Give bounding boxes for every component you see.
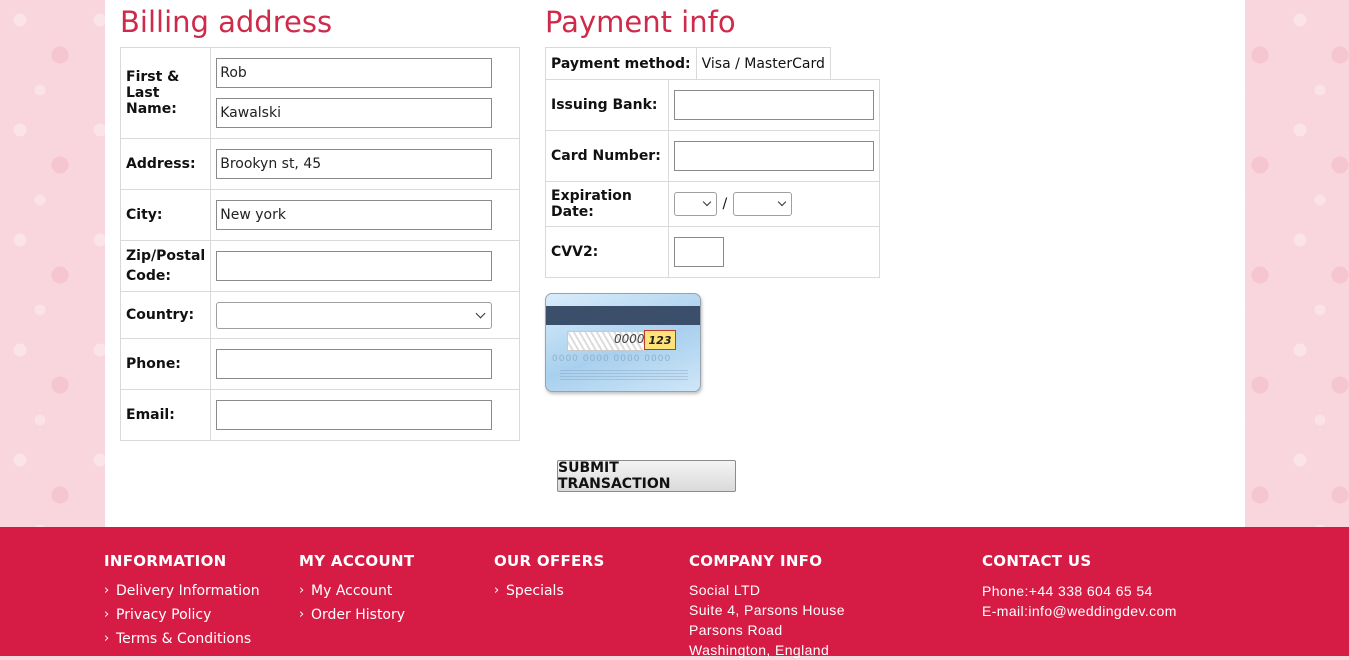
company-address-line-3: Washington, England (689, 642, 830, 658)
phone-input[interactable] (216, 349, 493, 379)
card-digit-groups: 0000 0000 0000 0000 (552, 354, 672, 364)
chevron-right-icon: › (104, 607, 110, 622)
phone-label: Phone: (119, 338, 212, 390)
card-magnetic-stripe (546, 306, 700, 325)
cvv-label: CVV2: (545, 226, 669, 278)
city-label: City: (119, 189, 212, 241)
footer: INFORMATION › Delivery Information › Priva… (0, 527, 1349, 658)
name-label: First & Last Name: (119, 47, 212, 139)
card-number-input[interactable] (674, 141, 874, 171)
company-address-line-1: Suite 4, Parsons House (689, 602, 845, 618)
chevron-right-icon: › (104, 631, 110, 646)
city-input[interactable]: New york (216, 200, 493, 230)
footer-offers-title: OUR OFFERS (494, 552, 605, 570)
payment-title: Payment info (545, 5, 736, 39)
email-input[interactable] (216, 400, 493, 430)
card-fine-print (560, 370, 688, 380)
chevron-right-icon: › (494, 583, 500, 598)
footer-link-label: My Account (311, 583, 393, 599)
country-label: Country: (119, 291, 212, 339)
footer-link-label: Delivery Information (116, 583, 260, 599)
payment-method-label: Payment method: (545, 47, 697, 80)
bank-input[interactable] (674, 90, 874, 120)
last-name-input[interactable]: Kawalski (216, 98, 493, 128)
expiry-year-select[interactable] (732, 192, 792, 216)
billing-form: First & Last Name: Rob Kawalski Address:… (119, 47, 520, 441)
footer-link-label: Specials (506, 583, 564, 599)
bank-label: Issuing Bank: (545, 79, 669, 131)
footer-link-privacy[interactable]: › Privacy Policy (104, 606, 260, 630)
email-label: Email: (119, 389, 212, 441)
expiry-label: Expiration Date: (545, 181, 669, 227)
country-select[interactable] (216, 301, 493, 329)
footer-link-specials[interactable]: › Specials (494, 582, 605, 606)
footer-contact: CONTACT US Phone:+44 338 604 65 54 E-mai… (982, 552, 1177, 621)
card-number-label: Card Number: (545, 130, 669, 182)
billing-title: Billing address (120, 5, 333, 39)
cvv-card-image: 0000 123 0000 0000 0000 0000 (545, 293, 701, 392)
company-address-line-2: Parsons Road (689, 622, 783, 638)
footer-information: INFORMATION › Delivery Information › Priva… (104, 552, 260, 654)
footer-contact-title: CONTACT US (982, 552, 1092, 570)
footer-link-terms[interactable]: › Terms & Conditions (104, 630, 260, 654)
card-sample-cvv: 123 (644, 330, 676, 350)
footer-link-order-history[interactable]: › Order History (299, 606, 414, 630)
contact-email[interactable]: E-mail:info@weddingdev.com (982, 601, 1177, 621)
chevron-right-icon: › (104, 583, 110, 598)
cvv-input[interactable] (674, 237, 724, 267)
footer-offers: OUR OFFERS › Specials (494, 552, 605, 606)
address-input[interactable]: Brookyn st, 45 (216, 149, 493, 179)
payment-form: Issuing Bank: Card Number: Expiration Da… (545, 79, 880, 278)
payment-method-table: Payment method: Visa / MasterCard (545, 47, 831, 80)
submit-transaction-button[interactable]: SUBMIT TRANSACTION (557, 460, 736, 492)
payment-method-value: Visa / MasterCard (695, 47, 831, 80)
footer-account-title: MY ACCOUNT (299, 552, 415, 570)
chevron-right-icon: › (299, 583, 305, 598)
company-name: Social LTD (689, 582, 761, 598)
zip-input[interactable] (216, 251, 493, 281)
footer-account: MY ACCOUNT › My Account › Order History (299, 552, 414, 630)
footer-link-delivery[interactable]: › Delivery Information (104, 582, 260, 606)
address-label: Address: (119, 138, 212, 190)
chevron-down-icon (475, 308, 486, 318)
expiry-month-select[interactable] (674, 192, 717, 216)
footer-link-label: Privacy Policy (116, 607, 212, 623)
contact-phone: Phone:+44 338 604 65 54 (982, 583, 1153, 599)
footer-link-label: Terms & Conditions (116, 631, 252, 647)
footer-link-my-account[interactable]: › My Account (299, 582, 414, 606)
first-name-input[interactable]: Rob (216, 58, 493, 88)
zip-label: Zip/Postal Code: (119, 240, 212, 292)
expiry-separator: / (722, 196, 728, 212)
chevron-down-icon (702, 197, 712, 207)
footer-company-title: COMPANY INFO (689, 552, 823, 570)
card-sample-number: 0000 (614, 332, 645, 346)
chevron-right-icon: › (299, 607, 305, 622)
footer-link-label: Order History (311, 607, 406, 623)
footer-information-title: INFORMATION (104, 552, 227, 570)
chevron-down-icon (777, 197, 786, 207)
footer-company: COMPANY INFO Social LTD Suite 4, Parsons… (689, 552, 845, 660)
